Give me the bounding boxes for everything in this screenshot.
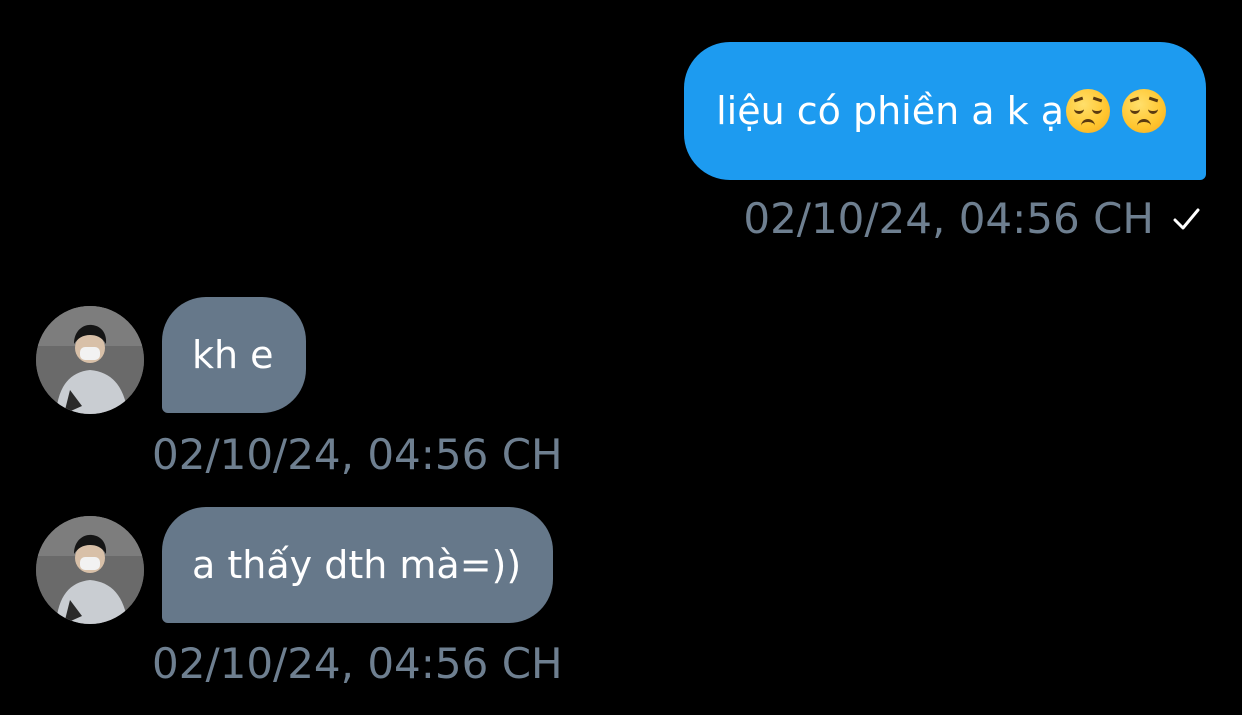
message-timestamp: 02/10/24, 04:56 CH [743,194,1154,243]
message-timestamp: 02/10/24, 04:56 CH [152,430,563,479]
user-avatar-icon[interactable] [36,306,144,414]
message-meta: 02/10/24, 04:56 CH [743,198,1200,240]
message-timestamp: 02/10/24, 04:56 CH [152,639,563,688]
incoming-message-bubble[interactable]: kh e [162,297,306,413]
pensive-face-emoji-icon [1066,89,1110,133]
pensive-face-emoji-icon [1122,89,1166,133]
message-thread: liệu có phiền a k ạ 02/10/24, 04:56 CH k… [0,0,1242,715]
incoming-message-bubble[interactable]: a thấy dth mà=)) [162,507,554,623]
check-icon [1172,205,1200,233]
message-text: kh e [192,333,274,377]
message-text: liệu có phiền a k ạ [716,89,1064,133]
message-text: a thấy dth mà=)) [192,543,522,587]
outgoing-message-bubble[interactable]: liệu có phiền a k ạ [684,42,1206,180]
user-avatar-icon[interactable] [36,516,144,624]
